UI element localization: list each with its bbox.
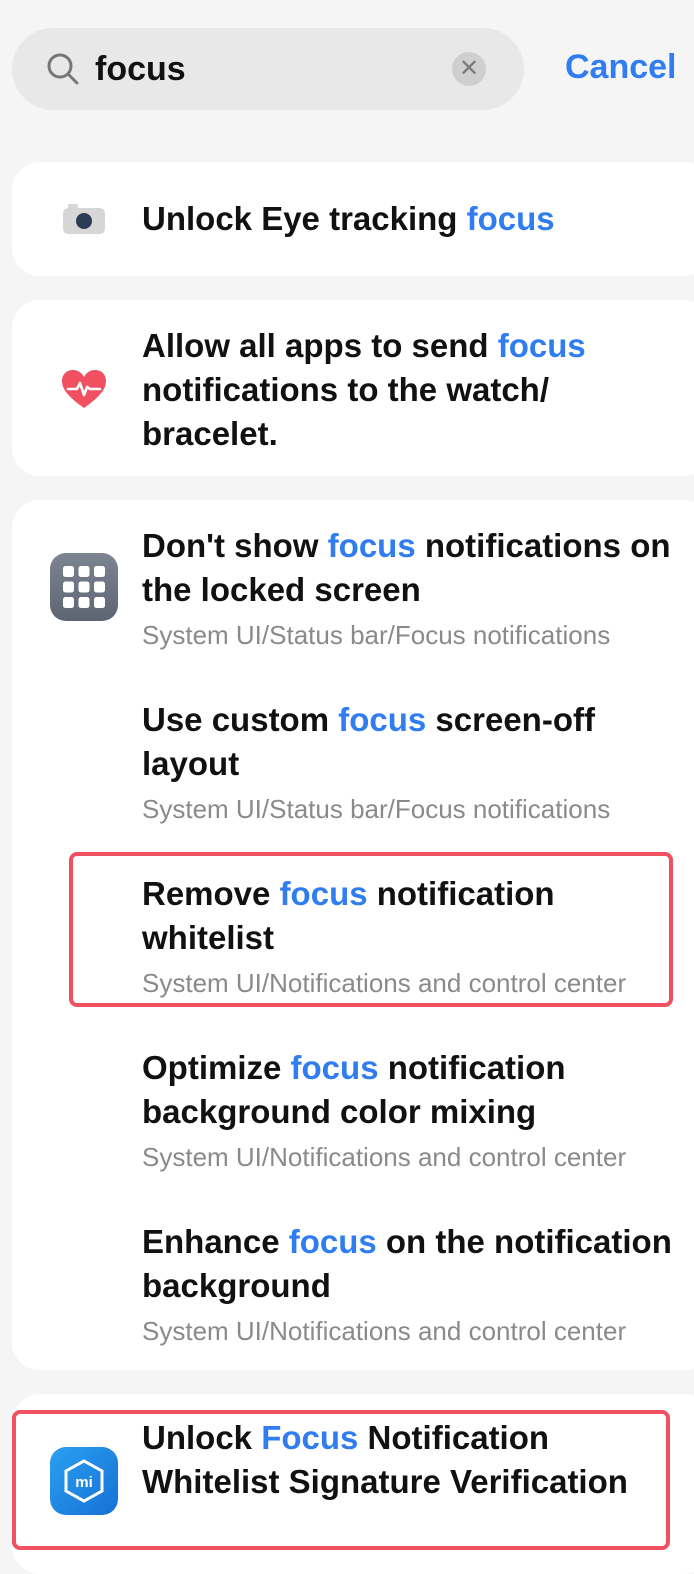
highlight-box	[69, 852, 673, 1007]
result-card: Unlock Eye tracking focus	[12, 162, 694, 276]
camera-icon	[63, 204, 105, 234]
search-icon	[47, 53, 79, 85]
result-title: Allow all apps to send focus notificatio…	[142, 327, 586, 452]
result-title: Optimize focus notification background c…	[142, 1049, 566, 1130]
highlight-box	[12, 1410, 670, 1550]
result-path: System UI/Status bar/Focus notifications	[142, 794, 611, 824]
result-item[interactable]: Enhance focus on the notification backgr…	[12, 1196, 694, 1368]
cancel-button[interactable]: Cancel	[565, 48, 677, 87]
result-item[interactable]: Allow all apps to send focus notificatio…	[12, 300, 694, 476]
result-path: System UI/Status bar/Focus notifications	[142, 620, 611, 650]
result-item[interactable]: Use custom focus screen-off layout Syste…	[12, 674, 694, 846]
search-bar[interactable]: focus ✕	[12, 28, 524, 110]
result-title: Enhance focus on the notification backgr…	[142, 1223, 672, 1304]
result-item[interactable]: Optimize focus notification background c…	[12, 1022, 694, 1194]
result-path: System UI/Notifications and control cent…	[142, 1142, 627, 1172]
search-input[interactable]: focus	[95, 48, 186, 90]
heart-rate-icon	[62, 370, 106, 408]
result-card: Allow all apps to send focus notificatio…	[12, 300, 694, 476]
result-path: System UI/Notifications and control cent…	[142, 1316, 627, 1346]
result-title: Don't show focus notifications on the lo…	[142, 527, 671, 608]
result-title: Unlock Eye tracking focus	[142, 200, 555, 237]
result-item[interactable]: Don't show focus notifications on the lo…	[12, 500, 694, 672]
clear-icon[interactable]: ✕	[452, 52, 486, 86]
result-item[interactable]: Unlock Eye tracking focus	[12, 162, 694, 276]
result-title: Use custom focus screen-off layout	[142, 701, 595, 782]
